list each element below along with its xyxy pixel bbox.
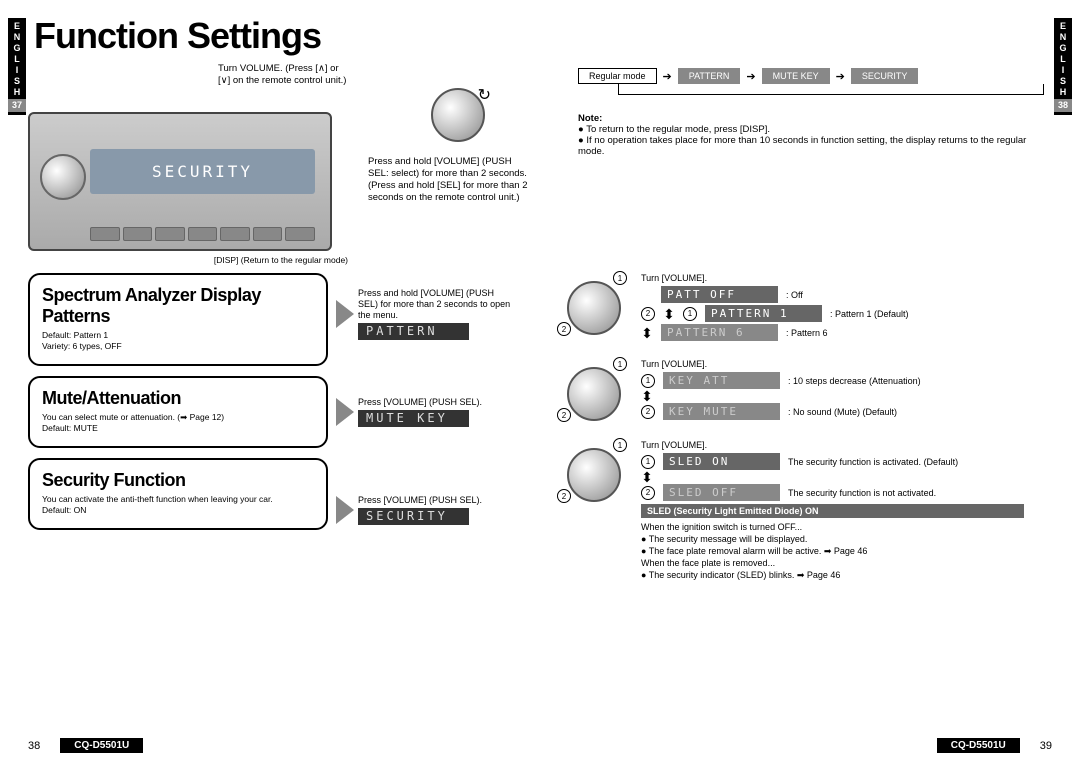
arrow-icon [336,300,354,328]
footer-left-num: 38 [28,740,40,752]
knob-illustration: ↻ [423,88,493,148]
note-line-1: To return to the regular mode, press [DI… [586,124,770,135]
radio-display: SECURITY [90,149,315,194]
feature-mute: Mute/Attenuation You can select mute or … [28,376,328,448]
sled-bar: SLED (Security Light Emitted Diode) ON [641,504,1024,518]
knob-security: 12 [559,440,631,505]
note-block: Note: ● To return to the regular mode, p… [578,113,1048,157]
turn-volume-label-2: Turn [VOLUME]. [641,359,1024,369]
feature-security: Security Function You can activate the a… [28,458,328,530]
footer-right-num: 39 [1040,740,1052,752]
arrow-icon [336,398,354,426]
mode-regular: Regular mode [578,68,657,84]
mid-instr-1: Press and hold [VOLUME] (PUSH SEL) for m… [358,288,511,340]
left-page-num: 37 [8,99,26,112]
note-title: Note: [578,113,602,124]
turn-volume-label-3: Turn [VOLUME]. [641,440,1024,450]
feature-spectrum-title: Spectrum Analyzer Display Patterns [42,285,314,327]
knob-pattern: 12 [559,273,631,338]
side-tab-right: ENGLISH 38 [1054,18,1072,115]
feature-mute-title: Mute/Attenuation [42,388,314,409]
lcd-mutekey: MUTE KEY [358,410,469,427]
note-line-2: If no operation takes place for more tha… [578,135,1026,157]
model-tag-right: CQ-D5501U [937,738,1020,753]
instr-push-sel: Press and hold [VOLUME] (PUSH SEL: selec… [368,156,528,204]
turn-volume-label: Turn [VOLUME]. [641,273,1024,283]
mid-instr-2: Press [VOLUME] (PUSH SEL). MUTE KEY [358,397,511,427]
model-tag-left: CQ-D5501U [60,738,143,753]
page-title: Function Settings [34,15,1052,57]
mid-instr-3: Press [VOLUME] (PUSH SEL). SECURITY [358,495,511,525]
side-tab-left: ENGLISH 37 [8,18,26,115]
mode-security: SECURITY [851,68,919,84]
mode-chain: Regular mode➔ PATTERN➔ MUTE KEY➔ SECURIT… [578,68,1052,84]
lcd-security: SECURITY [358,508,469,525]
knob-mute: 12 [559,359,631,424]
volume-knob-icon [40,154,86,200]
car-stereo-illustration: SECURITY [28,112,332,251]
mode-pattern: PATTERN [678,68,741,84]
right-page-num: 38 [1054,99,1072,112]
mode-mutekey: MUTE KEY [762,68,830,84]
feature-spectrum: Spectrum Analyzer Display Patterns Defau… [28,273,328,366]
disp-note: [DISP] (Return to the regular mode) [28,255,348,265]
security-notes: When the ignition switch is turned OFF..… [641,521,1024,581]
feature-security-title: Security Function [42,470,314,491]
lcd-pattern: PATTERN [358,323,469,340]
arrow-icon [336,496,354,524]
instr-turn-volume: Turn VOLUME. (Press [∧] or [∨] on the re… [218,63,348,87]
